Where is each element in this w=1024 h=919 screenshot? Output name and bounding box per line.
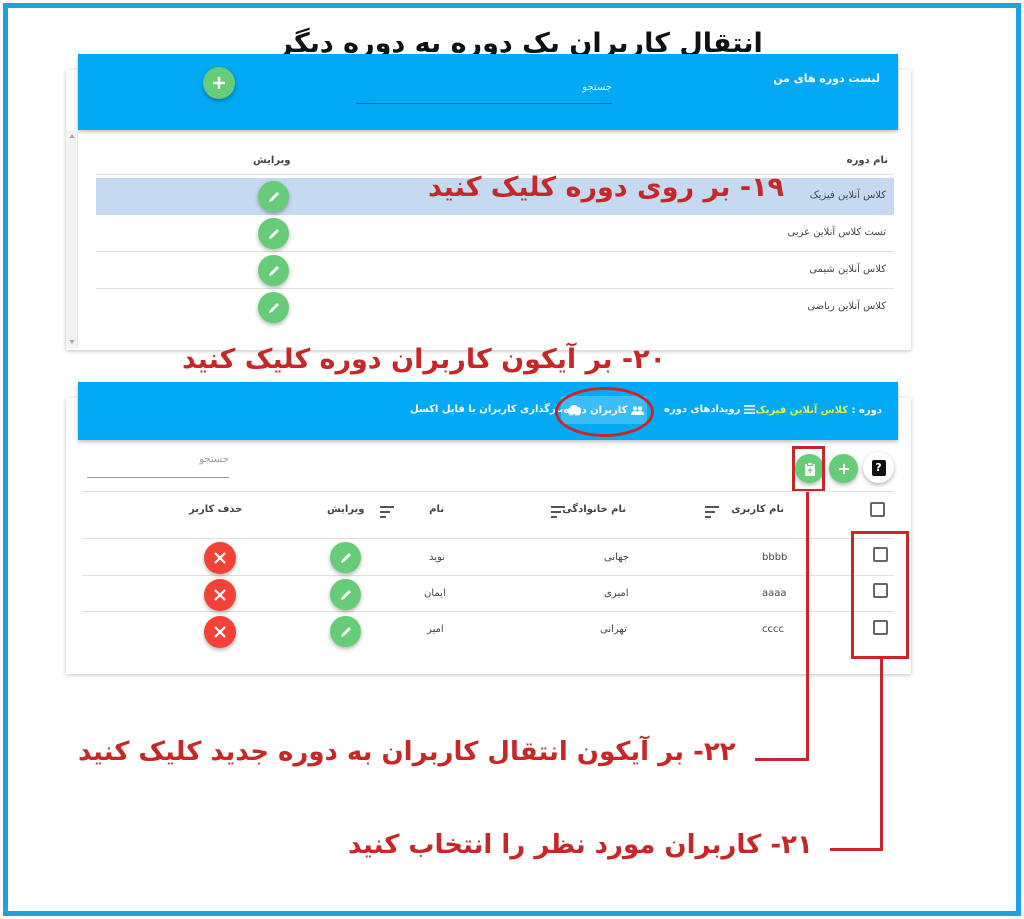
course-row[interactable]: کلاس آنلاین شیمی — [96, 252, 894, 289]
menu-icon — [744, 405, 756, 414]
col-username: نام کاربری — [731, 504, 784, 515]
annotation-step21: ۲۱- کاربران مورد نظر را انتخاب کنید — [348, 830, 813, 860]
plus-icon — [213, 77, 225, 89]
course-name: کلاس آنلاین شیمی — [809, 264, 886, 275]
course-name: تست کلاس آنلاین عربی — [787, 227, 886, 238]
col-edit-user: ویرایش — [327, 504, 365, 515]
col-course-edit: ویرایش — [253, 155, 291, 166]
close-icon — [214, 626, 226, 638]
col-firstname: نام — [429, 504, 444, 515]
sort-icon[interactable] — [380, 506, 394, 521]
courses-header: لیست دوره های من جستجو — [78, 54, 898, 130]
annotation-step20: ۲۰- بر آیکون کاربران دوره کلیک کنید — [182, 344, 667, 375]
edit-user-button[interactable] — [330, 542, 361, 573]
sort-icon[interactable] — [551, 506, 565, 521]
edit-course-button[interactable] — [258, 218, 289, 249]
col-delete-user: حذف کاربر — [189, 504, 243, 515]
pencil-icon — [268, 228, 279, 239]
users-search-placeholder: جستجو — [199, 454, 229, 465]
annotation-step22: ۲۲- بر آیکون انتقال کاربران به دوره جدید… — [78, 737, 736, 767]
course-name: کلاس آنلاین ریاضی — [807, 301, 886, 312]
annotation-connector — [755, 758, 809, 761]
help-icon: ? — [871, 459, 886, 476]
pencil-icon — [340, 626, 351, 637]
close-icon — [214, 589, 226, 601]
annotation-connector — [830, 848, 883, 851]
col-lastname: نام خانوادگی — [562, 504, 626, 515]
close-icon — [214, 552, 226, 564]
plus-icon — [838, 463, 849, 474]
courses-search-input[interactable]: جستجو — [356, 80, 612, 104]
delete-user-button[interactable] — [204, 542, 236, 574]
users-search-input[interactable]: جستجو — [87, 454, 229, 478]
courses-search-placeholder: جستجو — [582, 82, 612, 93]
sort-icon[interactable] — [705, 506, 719, 521]
course-row[interactable]: تست کلاس آنلاین عربی — [96, 215, 894, 252]
add-user-button[interactable] — [829, 454, 858, 483]
courses-header-title: لیست دوره های من — [773, 72, 880, 85]
edit-user-button[interactable] — [330, 616, 361, 647]
course-label: دوره : — [851, 405, 883, 416]
annotation-connector — [880, 659, 883, 851]
edit-course-button[interactable] — [258, 255, 289, 286]
pencil-icon — [268, 302, 279, 313]
pencil-icon — [340, 552, 351, 563]
course-row[interactable]: کلاس آنلاین ریاضی — [96, 289, 894, 326]
annotation-box-checkboxes — [851, 531, 909, 659]
annotation-box-transfer — [792, 446, 825, 492]
edit-course-button[interactable] — [258, 181, 289, 212]
select-all-checkbox[interactable] — [870, 502, 885, 517]
add-course-button[interactable] — [203, 67, 235, 99]
users-header: دوره : کلاس آنلاین فیزیک رویدادهای دوره … — [78, 382, 898, 440]
help-button[interactable]: ? — [863, 452, 894, 483]
courses-scrollbar[interactable] — [66, 130, 78, 348]
col-course-name: نام دوره — [846, 155, 888, 166]
edit-user-button[interactable] — [330, 579, 361, 610]
annotation-connector — [806, 492, 809, 761]
edit-course-button[interactable] — [258, 292, 289, 323]
tab-course-events[interactable]: رویدادهای دوره — [664, 404, 756, 415]
delete-user-button[interactable] — [204, 616, 236, 648]
pencil-icon — [340, 589, 351, 600]
annotation-ellipse — [555, 387, 654, 437]
course-name-label: کلاس آنلاین فیزیک — [755, 405, 849, 416]
pencil-icon — [268, 191, 279, 202]
course-indicator: دوره : کلاس آنلاین فیزیک — [755, 405, 882, 416]
delete-user-button[interactable] — [204, 579, 236, 611]
course-name: کلاس آنلاین فیزیک — [809, 190, 886, 201]
pencil-icon — [268, 265, 279, 276]
annotation-step19: ۱۹- بر روی دوره کلیک کنید — [428, 172, 785, 203]
